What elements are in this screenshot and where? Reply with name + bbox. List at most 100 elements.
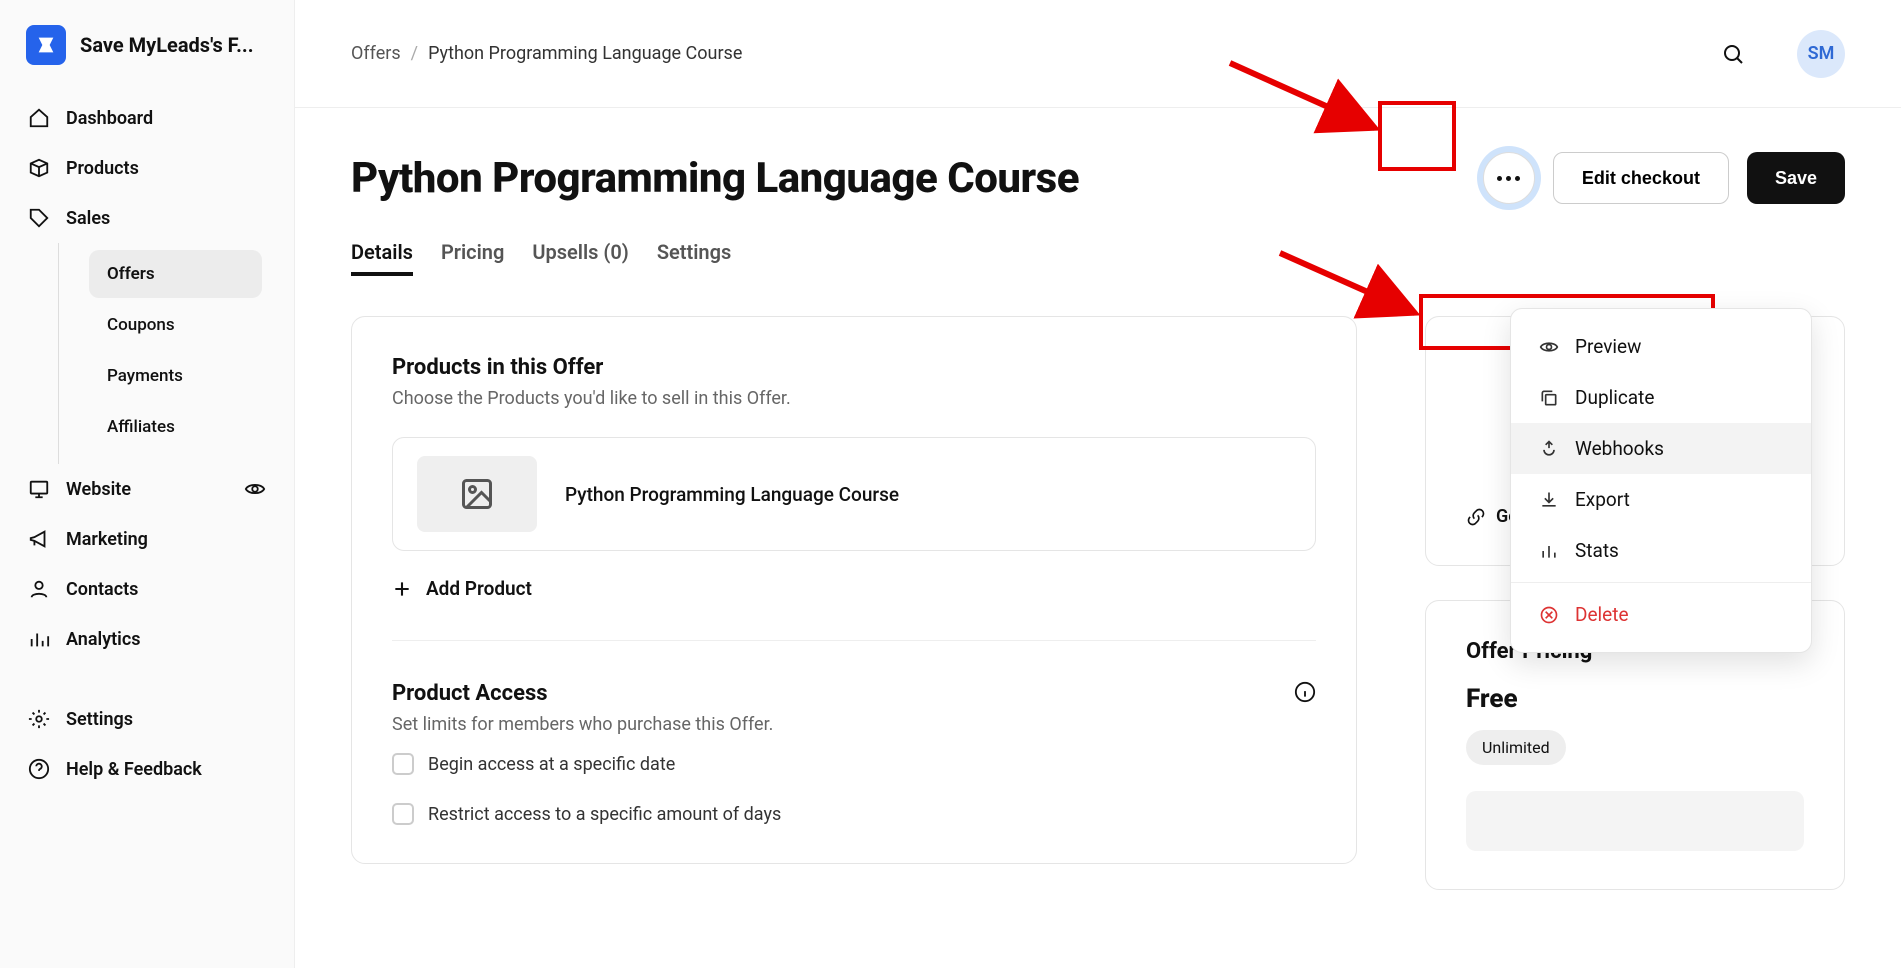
subnav-coupons[interactable]: Coupons — [89, 301, 262, 349]
info-icon[interactable] — [1294, 681, 1316, 707]
sidebar-item-label: Settings — [66, 709, 133, 730]
access-restrict-days-row[interactable]: Restrict access to a specific amount of … — [392, 803, 1316, 825]
add-product-button[interactable]: Add Product — [392, 577, 1316, 600]
sidebar-item-help[interactable]: Help & Feedback — [20, 744, 274, 794]
more-actions-dropdown: Preview Duplicate Webhooks Export Stats — [1510, 308, 1812, 653]
bar-chart-icon — [1539, 541, 1559, 561]
gear-icon — [28, 708, 50, 730]
more-actions-button[interactable] — [1483, 152, 1535, 204]
breadcrumb: Offers / Python Programming Language Cou… — [351, 43, 742, 64]
app-logo-icon — [26, 25, 66, 65]
tabs: Details Pricing Upsells (0) Settings — [351, 232, 1845, 276]
tab-settings[interactable]: Settings — [657, 232, 731, 276]
page-header: Python Programming Language Course Edit … — [351, 152, 1845, 204]
search-icon — [1721, 42, 1745, 66]
content: Python Programming Language Course Edit … — [295, 108, 1901, 934]
subnav-affiliates[interactable]: Affiliates — [89, 403, 262, 451]
search-button[interactable] — [1713, 34, 1753, 74]
breadcrumb-current: Python Programming Language Course — [428, 43, 742, 64]
copy-icon — [1539, 388, 1559, 408]
access-begin-date-row[interactable]: Begin access at a specific date — [392, 753, 1316, 775]
dropdown-label: Export — [1575, 488, 1630, 511]
tab-details[interactable]: Details — [351, 232, 413, 276]
product-card[interactable]: Python Programming Language Course — [392, 437, 1316, 551]
checkbox[interactable] — [392, 753, 414, 775]
sidebar-item-products[interactable]: Products — [20, 143, 274, 193]
sidebar-item-sales[interactable]: Sales — [20, 193, 274, 243]
dropdown-export[interactable]: Export — [1511, 474, 1811, 525]
eye-icon — [1539, 337, 1559, 357]
megaphone-icon — [28, 528, 50, 550]
topbar: Offers / Python Programming Language Cou… — [295, 0, 1901, 108]
sidebar-item-analytics[interactable]: Analytics — [20, 614, 274, 664]
sidebar: Save MyLeads's F... Dashboard Products S… — [0, 0, 295, 968]
divider — [392, 640, 1316, 641]
price-value: Free — [1466, 684, 1804, 714]
access-section-title: Product Access — [392, 681, 1294, 706]
dropdown-stats[interactable]: Stats — [1511, 525, 1811, 576]
dropdown-delete[interactable]: Delete — [1511, 589, 1811, 640]
home-icon — [28, 107, 50, 129]
pricing-extra-box — [1466, 791, 1804, 851]
avatar[interactable]: SM — [1797, 30, 1845, 78]
sidebar-item-label: Sales — [66, 208, 110, 229]
subnav-payments[interactable]: Payments — [89, 352, 262, 400]
products-section-subtitle: Choose the Products you'd like to sell i… — [392, 388, 1316, 409]
dropdown-label: Stats — [1575, 539, 1619, 562]
page-title: Python Programming Language Course — [351, 154, 1465, 203]
sidebar-item-dashboard[interactable]: Dashboard — [20, 93, 274, 143]
sidebar-item-marketing[interactable]: Marketing — [20, 514, 274, 564]
plus-icon — [392, 579, 412, 599]
dropdown-preview[interactable]: Preview — [1511, 321, 1811, 372]
help-icon — [28, 758, 50, 780]
monitor-icon — [28, 478, 50, 500]
dropdown-label: Duplicate — [1575, 386, 1654, 409]
nav: Dashboard Products Sales Offers Coupons … — [0, 83, 294, 804]
products-panel: Products in this Offer Choose the Produc… — [351, 316, 1357, 864]
tab-pricing[interactable]: Pricing — [441, 232, 504, 276]
sales-subnav: Offers Coupons Payments Affiliates — [58, 243, 274, 464]
sidebar-item-contacts[interactable]: Contacts — [20, 564, 274, 614]
sidebar-item-label: Website — [66, 479, 131, 500]
sidebar-item-label: Help & Feedback — [66, 759, 202, 780]
dropdown-label: Webhooks — [1575, 437, 1664, 460]
add-product-label: Add Product — [426, 577, 532, 600]
sidebar-item-label: Contacts — [66, 579, 138, 600]
sidebar-item-label: Dashboard — [66, 108, 153, 129]
brand-title: Save MyLeads's F... — [80, 33, 254, 57]
subnav-offers[interactable]: Offers — [89, 250, 262, 298]
eye-icon — [244, 478, 266, 500]
webhook-icon — [1539, 439, 1559, 459]
product-name: Python Programming Language Course — [565, 483, 899, 506]
dots-icon — [1497, 176, 1520, 181]
tag-icon — [28, 207, 50, 229]
bar-chart-icon — [28, 628, 50, 650]
breadcrumb-separator: / — [411, 43, 418, 64]
sidebar-item-website[interactable]: Website — [20, 464, 274, 514]
sidebar-item-label: Analytics — [66, 629, 141, 650]
sidebar-item-label: Products — [66, 158, 139, 179]
access-label-2: Restrict access to a specific amount of … — [428, 804, 781, 825]
box-icon — [28, 157, 50, 179]
tab-upsells[interactable]: Upsells (0) — [532, 232, 628, 276]
dropdown-label: Preview — [1575, 335, 1641, 358]
download-icon — [1539, 490, 1559, 510]
save-button[interactable]: Save — [1747, 152, 1845, 204]
image-icon — [459, 476, 495, 512]
main: Offers / Python Programming Language Cou… — [295, 0, 1901, 968]
checkbox[interactable] — [392, 803, 414, 825]
link-icon — [1466, 507, 1486, 527]
dropdown-label: Delete — [1575, 603, 1629, 626]
user-icon — [28, 578, 50, 600]
app-brand[interactable]: Save MyLeads's F... — [0, 25, 294, 83]
access-section-subtitle: Set limits for members who purchase this… — [392, 714, 1294, 735]
dropdown-duplicate[interactable]: Duplicate — [1511, 372, 1811, 423]
breadcrumb-root[interactable]: Offers — [351, 43, 401, 64]
access-label-1: Begin access at a specific date — [428, 754, 675, 775]
sidebar-item-label: Marketing — [66, 529, 148, 550]
edit-checkout-button[interactable]: Edit checkout — [1553, 152, 1729, 204]
products-section-title: Products in this Offer — [392, 355, 1316, 380]
dropdown-webhooks[interactable]: Webhooks — [1511, 423, 1811, 474]
dropdown-separator — [1511, 582, 1811, 583]
sidebar-item-settings[interactable]: Settings — [20, 694, 274, 744]
